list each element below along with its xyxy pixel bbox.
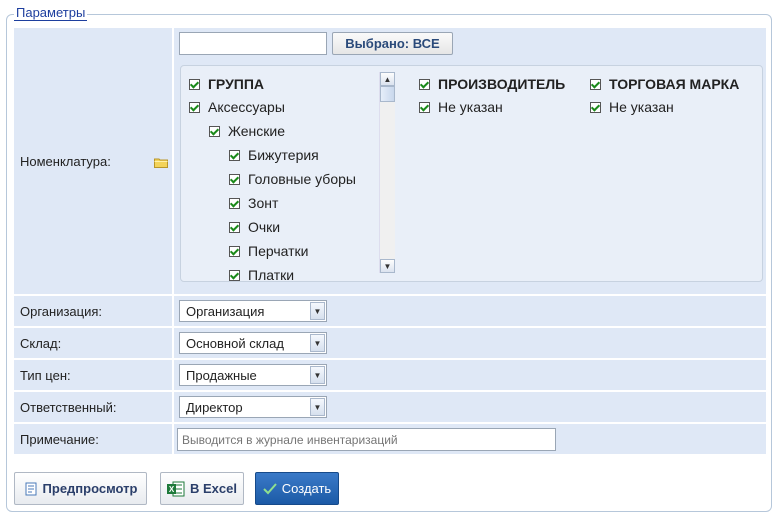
organization-label: Организация: bbox=[14, 296, 172, 326]
price-type-select[interactable]: Продажные ▼ bbox=[179, 364, 327, 386]
document-icon bbox=[25, 482, 37, 495]
note-label: Примечание: bbox=[14, 424, 172, 454]
checkbox-icon[interactable] bbox=[229, 269, 240, 281]
checkbox-icon[interactable] bbox=[419, 78, 430, 90]
chevron-down-icon[interactable]: ▼ bbox=[310, 302, 325, 320]
preview-button[interactable]: Предпросмотр bbox=[14, 472, 147, 505]
excel-button[interactable]: X В Excel bbox=[160, 472, 244, 505]
responsible-label: Ответственный: bbox=[14, 392, 172, 422]
checkbox-icon[interactable] bbox=[229, 197, 240, 209]
scroll-thumb[interactable] bbox=[380, 86, 395, 102]
nomenclature-label: Номенклатура: bbox=[14, 28, 172, 294]
tree-item-group[interactable]: ГРУППА bbox=[189, 74, 264, 94]
checkbox-icon[interactable] bbox=[189, 78, 200, 90]
checkbox-icon[interactable] bbox=[419, 101, 430, 113]
checkbox-icon[interactable] bbox=[209, 125, 220, 137]
scroll-up-icon[interactable]: ▲ bbox=[380, 72, 395, 86]
manufacturer-item[interactable]: Не указан bbox=[419, 97, 503, 117]
tree-item-headwear[interactable]: Головные уборы bbox=[229, 169, 356, 189]
checkbox-icon[interactable] bbox=[229, 245, 240, 257]
checkbox-icon[interactable] bbox=[229, 149, 240, 161]
tree-item-glasses[interactable]: Очки bbox=[229, 217, 280, 237]
nomenclature-tree-box: ГРУППА Аксессуары Женские Бижутерия Голо… bbox=[180, 65, 763, 282]
warehouse-select[interactable]: Основной склад ▼ bbox=[179, 332, 327, 354]
folder-icon[interactable] bbox=[154, 157, 168, 168]
selected-all-button[interactable]: Выбрано: ВСЕ bbox=[332, 32, 453, 55]
tree-item-gloves[interactable]: Перчатки bbox=[229, 241, 308, 261]
nomenclature-label-text: Номенклатура: bbox=[20, 153, 111, 169]
scroll-down-icon[interactable]: ▼ bbox=[380, 259, 395, 273]
price-type-label: Тип цен: bbox=[14, 360, 172, 390]
tree-item-jewelry[interactable]: Бижутерия bbox=[229, 145, 319, 165]
excel-icon: X bbox=[167, 481, 185, 496]
legend-title: Параметры bbox=[14, 5, 88, 21]
chevron-down-icon[interactable]: ▼ bbox=[310, 366, 325, 384]
nomenclature-search-input[interactable] bbox=[179, 32, 327, 55]
svg-text:X: X bbox=[169, 485, 175, 494]
checkbox-icon[interactable] bbox=[229, 173, 240, 185]
checkbox-icon[interactable] bbox=[229, 221, 240, 233]
chevron-down-icon[interactable]: ▼ bbox=[310, 398, 325, 416]
tree-item-accessories[interactable]: Аксессуары bbox=[189, 97, 285, 117]
brand-header[interactable]: ТОРГОВАЯ МАРКА bbox=[590, 74, 739, 94]
checkbox-icon[interactable] bbox=[590, 101, 601, 113]
chevron-down-icon[interactable]: ▼ bbox=[310, 334, 325, 352]
checkmark-icon bbox=[263, 482, 277, 494]
tree-item-scarves[interactable]: Платки bbox=[229, 265, 294, 281]
note-input[interactable] bbox=[177, 428, 556, 451]
tree-item-umbrella[interactable]: Зонт bbox=[229, 193, 278, 213]
manufacturer-header[interactable]: ПРОИЗВОДИТЕЛЬ bbox=[419, 74, 565, 94]
create-button[interactable]: Создать bbox=[255, 472, 339, 505]
responsible-select[interactable]: Директор ▼ bbox=[179, 396, 327, 418]
checkbox-icon[interactable] bbox=[189, 101, 200, 113]
warehouse-label: Склад: bbox=[14, 328, 172, 358]
tree-scrollbar[interactable]: ▲ ▼ bbox=[379, 72, 395, 273]
tree-item-women[interactable]: Женские bbox=[209, 121, 285, 141]
brand-item[interactable]: Не указан bbox=[590, 97, 674, 117]
checkbox-icon[interactable] bbox=[590, 78, 601, 90]
organization-select[interactable]: Организация ▼ bbox=[179, 300, 327, 322]
